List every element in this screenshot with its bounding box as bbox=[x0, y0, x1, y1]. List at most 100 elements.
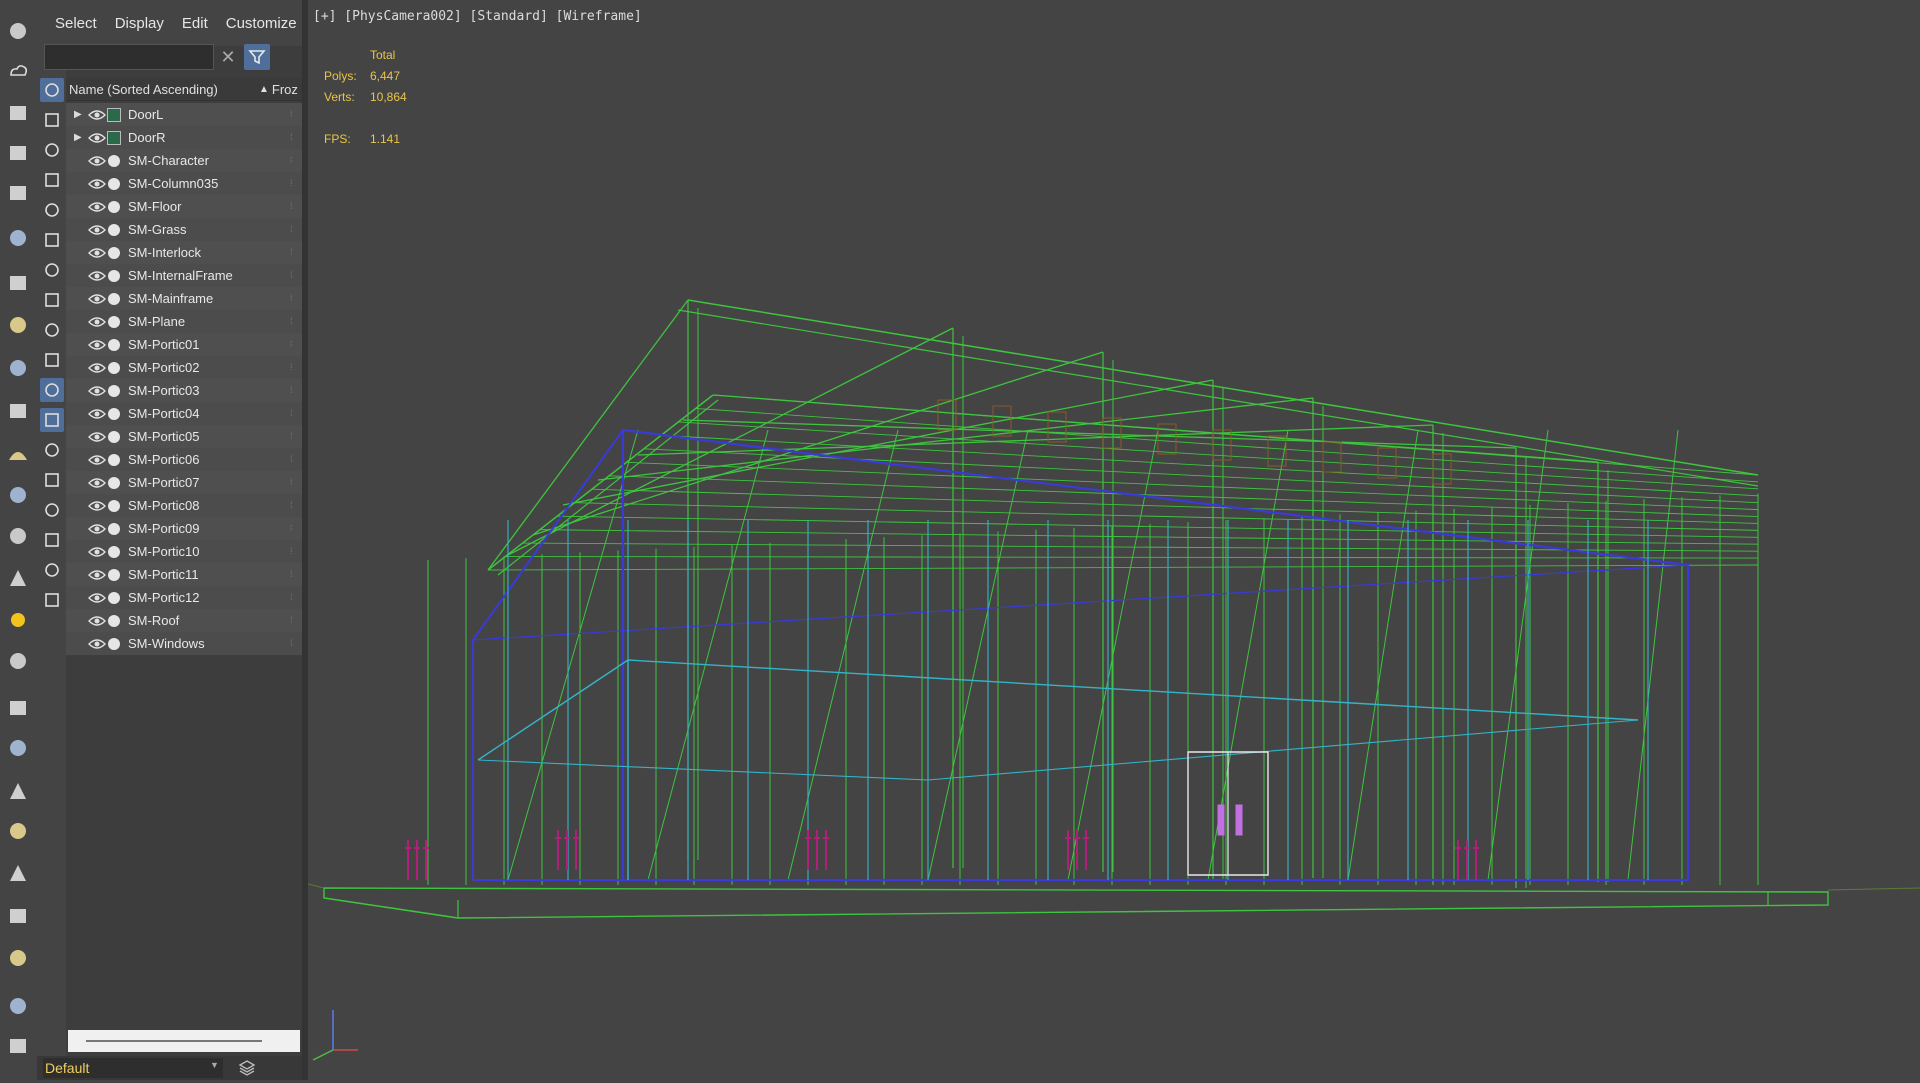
visibility-icon[interactable] bbox=[40, 408, 64, 432]
menu-edit[interactable]: Edit bbox=[182, 15, 208, 32]
eye-icon[interactable] bbox=[88, 569, 106, 581]
hill-icon[interactable] bbox=[5, 440, 31, 466]
list-item[interactable]: SM-Portic01 ⁞ bbox=[66, 333, 302, 356]
name-column-header[interactable]: Name (Sorted Ascending) bbox=[69, 82, 259, 97]
pyramid-icon[interactable] bbox=[5, 778, 31, 804]
freeze-toggle-icon[interactable]: ⁞ bbox=[290, 546, 298, 558]
expand-arrow-icon[interactable]: ▶ bbox=[74, 109, 84, 120]
list-icon[interactable] bbox=[40, 438, 64, 462]
layers-icon[interactable] bbox=[236, 1058, 258, 1078]
filter-toggle-button[interactable] bbox=[244, 44, 270, 70]
list-item[interactable]: SM-Column035 ⁞ bbox=[66, 172, 302, 195]
eye-icon[interactable] bbox=[88, 615, 106, 627]
list-item[interactable]: SM-Windows ⁞ bbox=[66, 632, 302, 655]
freeze-toggle-icon[interactable]: ⁞ bbox=[290, 201, 298, 213]
horizontal-scrollbar[interactable] bbox=[68, 1030, 300, 1052]
list-item[interactable]: SM-Grass ⁞ bbox=[66, 218, 302, 241]
freeze-toggle-icon[interactable]: ⁞ bbox=[290, 339, 298, 351]
cloud-icon[interactable] bbox=[5, 58, 31, 84]
material-icon[interactable] bbox=[5, 993, 31, 1019]
render-frame-icon[interactable] bbox=[5, 100, 31, 126]
sphere-icon[interactable] bbox=[5, 482, 31, 508]
eye-icon[interactable] bbox=[88, 523, 106, 535]
eye-icon[interactable] bbox=[88, 132, 106, 144]
scrollbar-thumb[interactable] bbox=[86, 1040, 262, 1042]
freeze-toggle-icon[interactable]: ⁞ bbox=[290, 178, 298, 190]
spacewarp-icon[interactable] bbox=[40, 228, 64, 252]
folder-icon[interactable] bbox=[40, 588, 64, 612]
eye-icon[interactable] bbox=[88, 408, 106, 420]
sun-icon[interactable] bbox=[5, 607, 31, 633]
freeze-toggle-icon[interactable]: ⁞ bbox=[290, 155, 298, 167]
freeze-toggle-icon[interactable]: ⁞ bbox=[290, 477, 298, 489]
teapot-icon[interactable] bbox=[5, 18, 31, 44]
film-camera-icon[interactable] bbox=[5, 355, 31, 381]
list-item[interactable]: SM-Roof ⁞ bbox=[66, 609, 302, 632]
list-item[interactable]: SM-Floor ⁞ bbox=[66, 195, 302, 218]
hf-icon[interactable] bbox=[5, 903, 31, 929]
freeze-toggle-icon[interactable]: ⁞ bbox=[290, 270, 298, 282]
frozen-column-header[interactable]: ▲ Froz bbox=[259, 82, 298, 97]
cone-icon[interactable] bbox=[5, 565, 31, 591]
eye-icon[interactable] bbox=[88, 201, 106, 213]
grass-icon[interactable] bbox=[5, 860, 31, 886]
freeze-toggle-icon[interactable]: ⁞ bbox=[290, 500, 298, 512]
rectangle-icon[interactable] bbox=[5, 398, 31, 424]
freeze-toggle-icon[interactable]: ⁞ bbox=[290, 523, 298, 535]
sheet-icon[interactable] bbox=[5, 140, 31, 166]
list-item[interactable]: SM-Character ⁞ bbox=[66, 149, 302, 172]
doc-icon[interactable] bbox=[40, 498, 64, 522]
wrench-icon[interactable] bbox=[40, 318, 64, 342]
ball-icon[interactable] bbox=[5, 648, 31, 674]
gear-icon[interactable] bbox=[5, 818, 31, 844]
eye-icon[interactable] bbox=[88, 247, 106, 259]
camera-icon[interactable] bbox=[40, 168, 64, 192]
eye-icon[interactable] bbox=[88, 454, 106, 466]
freeze-toggle-icon[interactable]: ⁞ bbox=[290, 638, 298, 650]
list-item[interactable]: SM-Portic09 ⁞ bbox=[66, 517, 302, 540]
list-item[interactable]: SM-Portic04 ⁞ bbox=[66, 402, 302, 425]
layer-dropdown[interactable]: Default bbox=[43, 1058, 223, 1078]
square-icon[interactable] bbox=[40, 468, 64, 492]
chevron-down-icon[interactable]: ▼ bbox=[210, 1060, 219, 1070]
eye-icon[interactable] bbox=[88, 477, 106, 489]
table-icon[interactable] bbox=[5, 180, 31, 206]
list-item[interactable]: SM-Plane ⁞ bbox=[66, 310, 302, 333]
freeze-toggle-icon[interactable]: ⁞ bbox=[290, 293, 298, 305]
viewport-perspective[interactable]: [+] [PhysCamera002] [Standard] [Wirefram… bbox=[308, 0, 1920, 1080]
menu-select[interactable]: Select bbox=[55, 15, 97, 32]
freeze-toggle-icon[interactable]: ⁞ bbox=[290, 224, 298, 236]
list-item[interactable]: SM-Portic12 ⁞ bbox=[66, 586, 302, 609]
eye-icon[interactable] bbox=[88, 316, 106, 328]
freeze-toggle-icon[interactable]: ⁞ bbox=[290, 454, 298, 466]
freeze-toggle-icon[interactable]: ⁞ bbox=[290, 592, 298, 604]
list-item[interactable]: ▶ DoorR ⁞ bbox=[66, 126, 302, 149]
settings-icon[interactable] bbox=[5, 1033, 31, 1059]
freeze-icon[interactable] bbox=[40, 378, 64, 402]
eye-icon[interactable] bbox=[88, 155, 106, 167]
shape-icon[interactable] bbox=[40, 198, 64, 222]
expand-arrow-icon[interactable]: ▶ bbox=[74, 132, 84, 143]
filter-funnel-icon[interactable] bbox=[40, 528, 64, 552]
freeze-toggle-icon[interactable]: ⁞ bbox=[290, 247, 298, 259]
menu-display[interactable]: Display bbox=[115, 15, 164, 32]
eye-icon[interactable] bbox=[88, 339, 106, 351]
freeze-toggle-icon[interactable]: ⁞ bbox=[290, 615, 298, 627]
list-item[interactable]: SM-Portic07 ⁞ bbox=[66, 471, 302, 494]
freeze-toggle-icon[interactable]: ⁞ bbox=[290, 132, 298, 144]
camera-rig-icon[interactable] bbox=[5, 270, 31, 296]
list-item[interactable]: SM-Portic05 ⁞ bbox=[66, 425, 302, 448]
connect-icon[interactable] bbox=[5, 735, 31, 761]
eye-icon[interactable] bbox=[88, 385, 106, 397]
menu-customize[interactable]: Customize bbox=[226, 15, 297, 32]
light-bulb-icon[interactable] bbox=[40, 138, 64, 162]
geometry-icon[interactable] bbox=[40, 108, 64, 132]
list-item[interactable]: ▶ DoorL ⁞ bbox=[66, 103, 302, 126]
eye-icon[interactable] bbox=[88, 293, 106, 305]
container-icon[interactable] bbox=[40, 348, 64, 372]
texture-icon[interactable] bbox=[5, 945, 31, 971]
display-all-icon[interactable] bbox=[40, 78, 64, 102]
eye-icon[interactable] bbox=[88, 109, 106, 121]
freeze-toggle-icon[interactable]: ⁞ bbox=[290, 362, 298, 374]
helper-icon[interactable] bbox=[40, 258, 64, 282]
